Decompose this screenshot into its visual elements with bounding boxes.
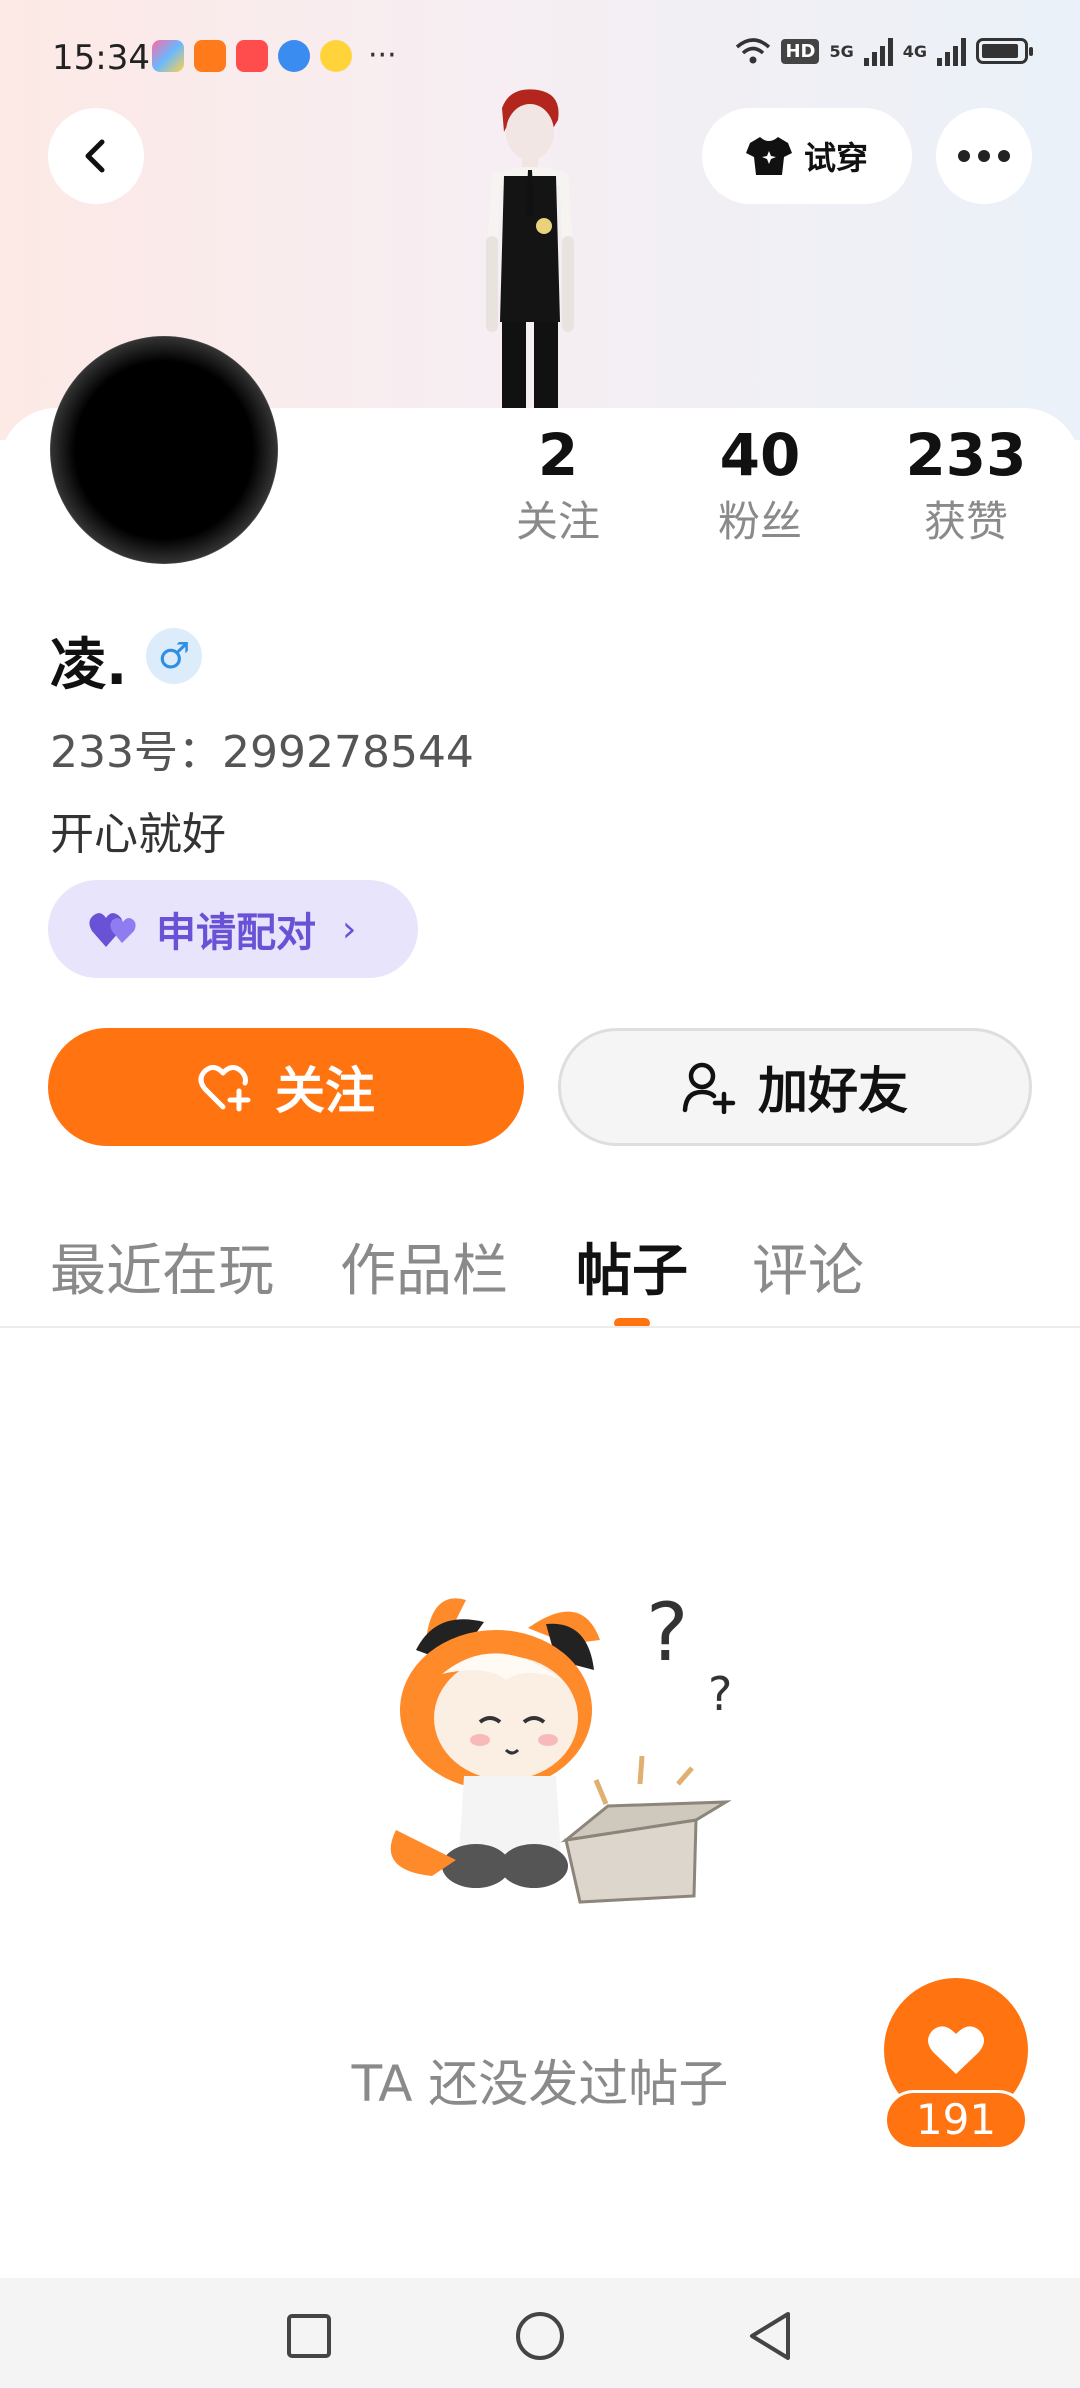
tab-works[interactable]: 作品栏 <box>340 1226 508 1307</box>
stat-following-label: 关注 <box>515 497 600 546</box>
notification-icons: ··· <box>152 40 397 72</box>
home-button[interactable] <box>512 2308 568 2364</box>
username: 凌. <box>50 633 128 698</box>
stat-followers-label: 粉丝 <box>717 497 802 546</box>
male-gender-icon: ♂ <box>146 628 202 684</box>
add-friend-label: 加好友 <box>758 1062 908 1120</box>
back-nav-button[interactable] <box>742 2308 798 2364</box>
svg-text:?: ? <box>646 1586 688 1679</box>
more-dot-icon <box>958 150 970 162</box>
more-notifications-icon: ··· <box>368 38 397 73</box>
book-app-icon <box>236 40 268 72</box>
network-5g-label: 5G <box>829 41 854 61</box>
stat-likes-value: 233 <box>905 421 1027 489</box>
signal-icon-1 <box>863 36 893 66</box>
triangle-back-icon <box>750 2312 790 2360</box>
back-button[interactable] <box>48 108 144 204</box>
follow-button[interactable]: 关注 <box>48 1028 524 1146</box>
empty-posts-illustration: ? ? <box>390 1586 732 1904</box>
network-4g-label: 4G <box>902 41 927 61</box>
chevron-right-icon: › <box>342 908 357 950</box>
chevron-left-icon <box>85 139 105 173</box>
status-indicators: HD 5G 4G <box>735 36 1033 66</box>
game-app-icon <box>320 40 352 72</box>
double-heart-icon <box>89 913 136 947</box>
more-dot-icon <box>998 150 1010 162</box>
add-friend-button[interactable]: 加好友 <box>558 1028 1032 1146</box>
system-nav-bar <box>0 2278 1080 2388</box>
profile-tabs: 最近在玩 作品栏 帖子 评论 <box>0 1222 1080 1328</box>
stat-likes[interactable]: 233 获赞 <box>876 420 1056 554</box>
circle-icon <box>516 2312 564 2360</box>
tab-comments[interactable]: 评论 <box>752 1226 864 1307</box>
tab-recently-played[interactable]: 最近在玩 <box>50 1226 274 1307</box>
svg-text:?: ? <box>708 1667 732 1721</box>
try-on-button[interactable]: 试穿 <box>702 108 912 204</box>
try-on-label: 试穿 <box>803 139 868 177</box>
status-time: 15:34 <box>52 38 150 78</box>
tab-posts[interactable]: 帖子 <box>576 1226 688 1307</box>
follow-label: 关注 <box>275 1062 375 1120</box>
stat-following[interactable]: 2 关注 <box>468 420 648 554</box>
tabs-divider <box>0 1326 1080 1328</box>
recents-button[interactable] <box>281 2308 337 2364</box>
apply-pairing-label: 申请配对 <box>156 910 316 956</box>
app-notification-icon <box>152 40 184 72</box>
stat-followers-value: 40 <box>719 421 801 489</box>
add-user-icon <box>682 1062 736 1114</box>
stat-likes-label: 获赞 <box>923 497 1008 546</box>
more-options-button[interactable] <box>936 108 1032 204</box>
heart-plus-icon <box>198 1065 251 1112</box>
account-id: 233号：299278544 <box>50 727 474 778</box>
browser-app-icon <box>278 40 310 72</box>
hd-voice-icon: HD <box>781 38 820 64</box>
heart-icon <box>928 2026 984 2074</box>
stat-following-value: 2 <box>537 421 579 489</box>
more-dot-icon <box>978 150 990 162</box>
wifi-icon <box>736 38 771 64</box>
apply-pairing-button[interactable]: 申请配对 › <box>48 880 418 978</box>
tshirt-icon <box>745 137 792 175</box>
user-bio: 开心就好 <box>50 809 226 860</box>
signal-icon-2 <box>937 36 966 66</box>
avatar-3d-figure <box>486 89 574 408</box>
like-count-badge: 191 <box>884 2090 1028 2150</box>
video-app-icon <box>194 40 226 72</box>
user-avatar[interactable] <box>50 336 278 564</box>
stat-followers[interactable]: 40 粉丝 <box>670 420 850 554</box>
battery-icon <box>976 38 1033 64</box>
square-icon <box>287 2314 331 2358</box>
